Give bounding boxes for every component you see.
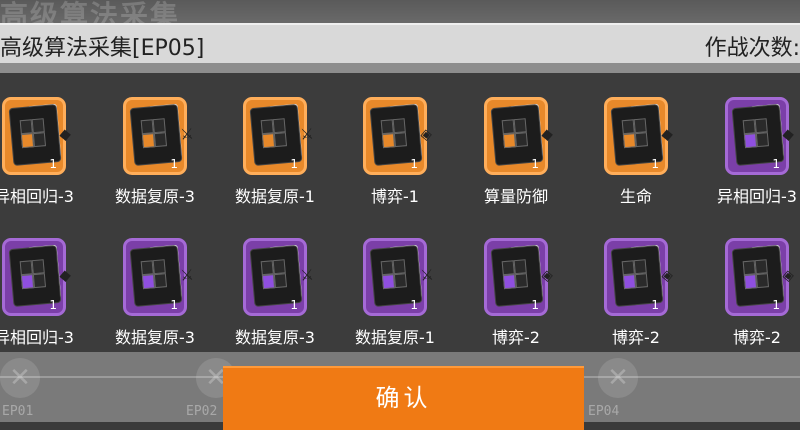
sword-icon: ⚔: [299, 265, 315, 285]
item-quantity: 1: [410, 157, 418, 171]
algorithm-card-icon: ◆ 1: [604, 97, 674, 175]
item-quantity: 1: [651, 298, 659, 312]
algorithm-card-icon: ◆ 1: [2, 238, 72, 316]
item-label: 数据复原-1: [235, 187, 315, 206]
reward-item[interactable]: ⚔ 1 数据复原-3: [105, 238, 205, 358]
diamond-arrow-icon: ◆: [58, 124, 72, 144]
reward-item[interactable]: ◈ 1 博弈-1: [345, 97, 445, 217]
background-stage-label: EP02: [186, 404, 218, 419]
grid-icon: [742, 259, 770, 291]
item-label: 算量防御: [483, 187, 548, 206]
algorithm-card-icon: ⚔ 1: [123, 238, 194, 316]
dice-icon: ◈: [660, 265, 674, 285]
shield-blocks-icon: ◆: [540, 124, 554, 144]
sword-icon: ⚔: [419, 265, 435, 285]
popup-header: 高级算法采集[EP05] 作战次数:: [0, 23, 800, 65]
item-quantity: 1: [49, 298, 57, 312]
item-quantity: 1: [651, 157, 659, 171]
background-close-icon: ✕: [0, 358, 40, 398]
algorithm-card-icon: ⚔ 1: [363, 238, 434, 316]
item-quantity: 1: [531, 298, 539, 312]
item-quantity: 1: [170, 298, 178, 312]
reward-items-panel: ◆ 1 异相回归-3 ⚔ 1 数据复原-3 ⚔ 1 数据复原-1 ◈ 1 博弈-1 ◆ 1 算量防御 ◆ 1 生命…: [0, 73, 800, 352]
confirm-button[interactable]: 确认: [223, 366, 584, 430]
grid-icon: [260, 118, 288, 150]
algorithm-card-icon: ⚔ 1: [123, 97, 194, 175]
item-label: 异相回归-3: [0, 187, 74, 206]
battle-count-label: 作战次数:: [704, 36, 800, 61]
grid-icon: [380, 259, 408, 291]
sword-icon: ⚔: [179, 124, 195, 144]
background-stage-label: EP04: [588, 404, 620, 419]
reward-item[interactable]: ◆ 1 算量防御: [466, 97, 566, 217]
item-quantity: 1: [290, 298, 298, 312]
item-label: 数据复原-3: [235, 328, 315, 347]
item-label: 博弈-2: [612, 328, 660, 347]
background-stage-label: EP01: [2, 404, 34, 419]
item-quantity: 1: [410, 298, 418, 312]
grid-icon: [19, 118, 47, 150]
dice-icon: ◈: [781, 265, 795, 285]
diamond-arrow-icon: ◆: [58, 265, 72, 285]
reward-item[interactable]: ⚔ 1 数据复原-1: [345, 238, 445, 358]
grid-icon: [380, 118, 408, 150]
grid-icon: [140, 259, 168, 291]
reward-item[interactable]: ◆ 1 异相回归-3: [707, 97, 800, 217]
sword-icon: ⚔: [179, 265, 195, 285]
grid-icon: [621, 259, 649, 291]
item-quantity: 1: [772, 298, 780, 312]
item-label: 异相回归-3: [717, 187, 797, 206]
algorithm-card-icon: ◆ 1: [484, 97, 554, 175]
algorithm-card-icon: ◆ 1: [725, 97, 795, 175]
dice-icon: ◈: [419, 124, 433, 144]
reward-item[interactable]: ◈ 1 博弈-2: [466, 238, 566, 358]
item-label: 博弈-2: [733, 328, 781, 347]
dice-icon: ◈: [540, 265, 554, 285]
grid-icon: [621, 118, 649, 150]
reward-item[interactable]: ◆ 1 异相回归-3: [0, 97, 84, 217]
item-quantity: 1: [170, 157, 178, 171]
background-close-icon: ✕: [598, 358, 638, 398]
item-label: 生命: [619, 187, 652, 206]
item-label: 异相回归-3: [0, 328, 74, 347]
reward-item[interactable]: ◆ 1 生命: [586, 97, 686, 217]
header-divider: [0, 63, 800, 73]
item-label: 数据复原-1: [355, 328, 435, 347]
item-label: 数据复原-3: [115, 187, 195, 206]
item-quantity: 1: [49, 157, 57, 171]
item-quantity: 1: [772, 157, 780, 171]
reward-item[interactable]: ◈ 1 博弈-2: [586, 238, 686, 358]
grid-icon: [501, 118, 529, 150]
algorithm-card-icon: ◈ 1: [484, 238, 554, 316]
grid-icon: [140, 118, 168, 150]
reward-item[interactable]: ⚔ 1 数据复原-3: [225, 238, 325, 358]
reward-item[interactable]: ⚔ 1 数据复原-3: [105, 97, 205, 217]
algorithm-card-icon: ⚔ 1: [243, 97, 314, 175]
grid-icon: [742, 118, 770, 150]
algorithm-card-icon: ⚔ 1: [243, 238, 314, 316]
popup-title: 高级算法采集[EP05]: [0, 36, 205, 61]
heart-blocks-icon: ◆: [660, 124, 674, 144]
item-label: 数据复原-3: [115, 328, 195, 347]
algorithm-card-icon: ◈ 1: [604, 238, 674, 316]
item-quantity: 1: [290, 157, 298, 171]
reward-item[interactable]: ◈ 1 博弈-2: [707, 238, 800, 358]
diamond-arrow-icon: ◆: [781, 124, 795, 144]
algorithm-card-icon: ◆ 1: [2, 97, 72, 175]
algorithm-card-icon: ◈ 1: [725, 238, 795, 316]
grid-icon: [501, 259, 529, 291]
grid-icon: [19, 259, 47, 291]
item-quantity: 1: [531, 157, 539, 171]
grid-icon: [260, 259, 288, 291]
reward-item[interactable]: ◆ 1 异相回归-3: [0, 238, 84, 358]
item-label: 博弈-1: [371, 187, 419, 206]
sword-icon: ⚔: [299, 124, 315, 144]
algorithm-card-icon: ◈ 1: [363, 97, 433, 175]
item-label: 博弈-2: [492, 328, 540, 347]
reward-item[interactable]: ⚔ 1 数据复原-1: [225, 97, 325, 217]
